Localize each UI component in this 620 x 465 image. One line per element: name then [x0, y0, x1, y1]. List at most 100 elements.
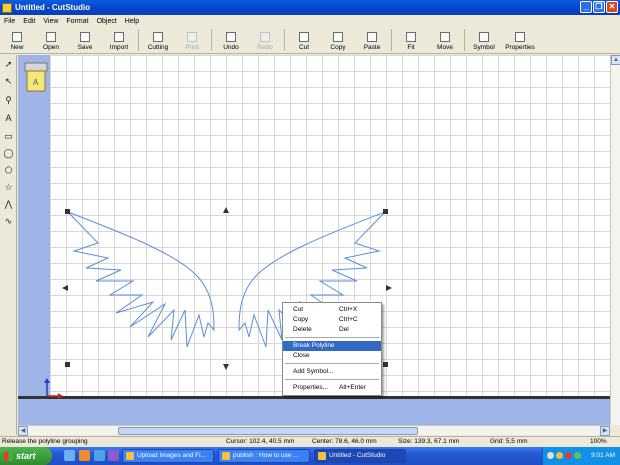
context-item-delete[interactable]: Delete Del [283, 325, 381, 335]
freehand-tool-icon[interactable]: ∿ [1, 214, 16, 229]
tray-app-icon[interactable] [574, 452, 581, 459]
text-tool-icon[interactable]: A [1, 110, 16, 125]
task-cutstudio[interactable]: Untitled - CutStudio [314, 449, 406, 463]
cutting-plotter-icon [153, 32, 163, 42]
import-button[interactable]: Import [102, 27, 136, 53]
cut-button[interactable]: Cut [287, 27, 321, 53]
rectangle-tool-icon[interactable]: ▭ [1, 129, 16, 144]
toolbar-label: Move [437, 44, 453, 51]
left-wing-outline [67, 211, 215, 348]
polygon-tool-icon[interactable]: ⬠ [1, 163, 16, 178]
menu-help[interactable]: Help [121, 18, 143, 25]
toolbar-label: Save [77, 44, 93, 51]
handle-left-arrow [62, 285, 68, 291]
status-zoom: 100% [590, 438, 607, 445]
cutstudio-icon [318, 452, 326, 460]
save-button[interactable]: Save [68, 27, 102, 53]
main-toolbar: New Open Save Import Cutting Print Undo Redo Cut… [0, 27, 620, 54]
context-item-label: Copy [293, 316, 309, 323]
fit-button[interactable]: Fit [394, 27, 428, 53]
toolbar-label: Cutting [147, 44, 169, 51]
start-button[interactable]: start [0, 447, 52, 465]
task-label: publish : How to use ... [233, 452, 299, 459]
handle-right-arrow [386, 285, 392, 291]
task-label: Upload Images and Fi... [137, 452, 207, 459]
undo-icon [226, 32, 236, 42]
properties-button[interactable]: Properties [501, 27, 539, 53]
task-publish[interactable]: publish : How to use ... [218, 449, 310, 463]
context-item-copy[interactable]: Copy Ctrl+C [283, 315, 381, 325]
toolbar-separator [464, 29, 465, 51]
quicklaunch-app-icon[interactable] [108, 450, 119, 461]
scroll-right-icon[interactable]: ▶ [600, 426, 610, 436]
toolbar-label: Import [109, 44, 129, 51]
toolbar-label: Undo [223, 44, 239, 51]
menu-edit[interactable]: Edit [19, 18, 39, 25]
tray-network-icon[interactable] [547, 452, 554, 459]
symbol-button[interactable]: Symbol [467, 27, 501, 53]
context-item-label: Break Polyline [293, 342, 335, 349]
polyline-tool-icon[interactable]: ⋀ [1, 197, 16, 212]
context-item-cut[interactable]: Cut Ctrl+X [283, 305, 381, 315]
maximize-button[interactable]: ❐ [593, 1, 605, 13]
horizontal-scrollbar[interactable]: ◀ ▶ [18, 425, 610, 436]
toolbar-separator [138, 29, 139, 51]
undo-button[interactable]: Undo [214, 27, 248, 53]
title-bar[interactable]: Untitled - CutStudio _ ❐ ✕ [0, 0, 620, 15]
toolbar-label: Open [43, 44, 59, 51]
ellipse-tool-icon[interactable]: ◯ [1, 146, 16, 161]
show-desktop-icon[interactable] [64, 450, 75, 461]
toolbar-separator [391, 29, 392, 51]
copy-icon [333, 32, 343, 42]
import-icon [114, 32, 124, 42]
menu-format[interactable]: Format [62, 18, 92, 25]
star-tool-icon[interactable]: ☆ [1, 180, 16, 195]
tray-volume-icon[interactable] [556, 452, 563, 459]
task-upload-images[interactable]: Upload Images and Fi... [122, 449, 214, 463]
open-button[interactable]: Open [34, 27, 68, 53]
menu-file[interactable]: File [0, 18, 19, 25]
media-player-icon[interactable] [94, 450, 105, 461]
menu-object[interactable]: Object [93, 18, 121, 25]
scroll-up-icon[interactable]: ▲ [611, 55, 620, 65]
menu-view[interactable]: View [39, 18, 62, 25]
context-item-break-polyline[interactable]: Break Polyline [283, 341, 381, 351]
system-tray: 9:01 AM [542, 447, 620, 465]
browser-icon [126, 452, 134, 460]
toolbar-label: Symbol [473, 44, 495, 51]
handle-top-left [65, 209, 70, 214]
toolbar-label: New [10, 44, 24, 51]
cutstudio-window: Untitled - CutStudio _ ❐ ✕ File Edit View F… [0, 0, 620, 465]
context-menu-separator [285, 363, 379, 364]
minimize-button[interactable]: _ [580, 1, 592, 13]
context-item-close[interactable]: Close [283, 351, 381, 361]
context-menu-separator [285, 337, 379, 338]
paste-button[interactable]: Paste [355, 27, 389, 53]
window-title: Untitled - CutStudio [15, 3, 91, 12]
select-arrow-icon[interactable]: ➚ [1, 57, 16, 72]
context-item-properties[interactable]: Properties... Alt+Enter [283, 383, 381, 393]
zoom-icon[interactable]: ⚲ [1, 93, 16, 108]
toolbar-separator [284, 29, 285, 51]
context-item-add-symbol[interactable]: Add Symbol... [283, 367, 381, 377]
firefox-icon[interactable] [79, 450, 90, 461]
vertical-scrollbar[interactable]: ▲ [610, 55, 620, 425]
redo-button[interactable]: Redo [248, 27, 282, 53]
status-grid: Grid: 5,5 mm [490, 438, 528, 445]
node-edit-icon[interactable]: ↖ [1, 74, 16, 89]
scroll-thumb[interactable] [118, 427, 418, 435]
clock: 9:01 AM [591, 452, 615, 459]
move-button[interactable]: Move [428, 27, 462, 53]
new-file-icon [12, 32, 22, 42]
toolbar-label: Print [185, 44, 199, 51]
print-button[interactable]: Print [175, 27, 209, 53]
cutting-button[interactable]: Cutting [141, 27, 175, 53]
toolbar-label: Properties [505, 44, 535, 51]
new-button[interactable]: New [0, 27, 34, 53]
context-item-label: Delete [293, 326, 312, 333]
close-button[interactable]: ✕ [606, 1, 618, 13]
scroll-left-icon[interactable]: ◀ [18, 426, 28, 436]
tray-security-icon[interactable] [565, 452, 572, 459]
context-item-label: Close [293, 352, 310, 359]
copy-button[interactable]: Copy [321, 27, 355, 53]
